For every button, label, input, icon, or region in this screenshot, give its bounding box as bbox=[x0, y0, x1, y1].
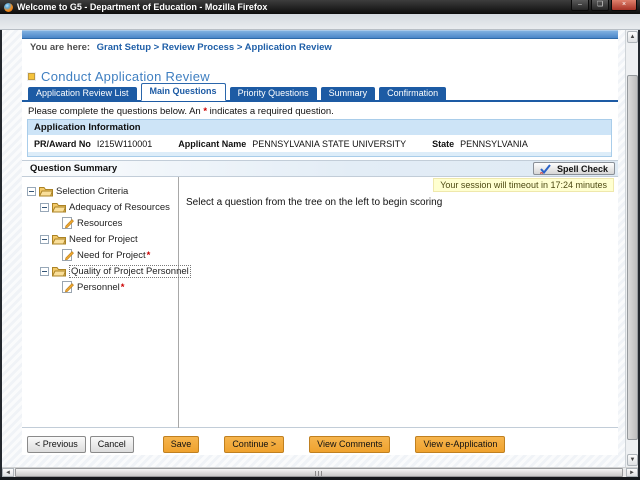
collapse-icon[interactable] bbox=[27, 186, 36, 196]
window-border-left bbox=[0, 14, 2, 480]
breadcrumb: You are here: Grant Setup > Review Proce… bbox=[30, 42, 332, 53]
cancel-button[interactable]: Cancel bbox=[89, 436, 134, 453]
horizontal-scrollbar[interactable]: ◄ ► bbox=[2, 467, 638, 477]
tree-item-label[interactable]: Need for Project bbox=[77, 250, 146, 261]
spell-check-button[interactable]: Spell Check bbox=[532, 162, 615, 175]
maximize-button[interactable]: ❏ bbox=[591, 0, 609, 11]
application-information-fields: PR/Award No I215W110001 Applicant Name P… bbox=[28, 135, 611, 152]
collapse-icon[interactable] bbox=[40, 202, 49, 212]
question-icon bbox=[62, 217, 74, 229]
question-summary-header: Question Summary Spell Check bbox=[22, 161, 618, 177]
question-icon bbox=[62, 281, 74, 293]
scroll-up-icon[interactable]: ▲ bbox=[627, 31, 638, 43]
scroll-right-icon[interactable]: ► bbox=[626, 468, 638, 477]
continue-button[interactable]: Continue > bbox=[224, 436, 285, 453]
spell-check-label: Spell Check bbox=[556, 163, 608, 174]
tree-item-label[interactable]: Need for Project bbox=[69, 234, 138, 245]
tab-main-questions[interactable]: Main Questions bbox=[140, 83, 226, 101]
folder-icon bbox=[39, 185, 53, 197]
tab-summary[interactable]: Summary bbox=[320, 87, 376, 101]
tree-item-adequacy-of-resources[interactable]: Adequacy of Resources bbox=[22, 199, 178, 215]
spell-check-icon bbox=[539, 163, 551, 174]
application-information-footer bbox=[28, 152, 611, 156]
tree-item-label[interactable]: Selection Criteria bbox=[56, 186, 128, 197]
question-tree: Selection Criteria Adequacy of Resources… bbox=[22, 177, 191, 428]
tree-item-label-selected[interactable]: Quality of Project Personnel bbox=[69, 264, 191, 278]
tab-priority-questions[interactable]: Priority Questions bbox=[229, 87, 317, 101]
scroll-down-icon[interactable]: ▼ bbox=[627, 454, 638, 466]
firefox-icon bbox=[4, 2, 13, 12]
question-summary-title: Question Summary bbox=[30, 163, 118, 174]
scoring-placeholder-message: Select a question from the tree on the l… bbox=[186, 197, 443, 208]
scroll-left-icon[interactable]: ◄ bbox=[2, 468, 14, 477]
required-marker: * bbox=[146, 249, 151, 261]
top-navigation-bar bbox=[22, 30, 618, 39]
tree-item-label[interactable]: Personnel bbox=[77, 282, 120, 293]
instruction-after: indicates a required question. bbox=[207, 106, 334, 117]
close-button[interactable]: × bbox=[611, 0, 637, 11]
view-comments-button[interactable]: View Comments bbox=[309, 436, 391, 453]
action-button-bar: < Previous Cancel Save Continue > View C… bbox=[27, 436, 506, 453]
vertical-scrollbar[interactable]: ▲ ▼ bbox=[625, 30, 638, 467]
tab-confirmation[interactable]: Confirmation bbox=[379, 87, 447, 101]
tree-item-personnel[interactable]: Personnel * bbox=[22, 279, 178, 295]
window-titlebar: Welcome to G5 - Department of Education … bbox=[0, 0, 640, 14]
tab-application-review-list[interactable]: Application Review List bbox=[28, 87, 137, 101]
question-icon bbox=[62, 249, 74, 261]
state-value: PENNSYLVANIA bbox=[460, 139, 528, 149]
tree-item-label[interactable]: Resources bbox=[77, 218, 122, 229]
tree-item-selection-criteria[interactable]: Selection Criteria bbox=[22, 183, 178, 199]
instruction-text: Please complete the questions below. An … bbox=[28, 106, 334, 117]
tree-item-need-for-project-folder[interactable]: Need for Project bbox=[22, 231, 178, 247]
session-timeout-message: Your session will timeout in 17:24 minut… bbox=[433, 178, 614, 192]
question-summary-section: Question Summary Spell Check Your sessio… bbox=[22, 160, 618, 428]
page-content: You are here: Grant Setup > Review Proce… bbox=[22, 30, 618, 455]
tree-item-need-for-project-question[interactable]: Need for Project * bbox=[22, 247, 178, 263]
collapse-icon[interactable] bbox=[40, 234, 49, 244]
browser-tab-bar bbox=[0, 14, 640, 30]
minimize-button[interactable]: – bbox=[571, 0, 589, 11]
collapse-icon[interactable] bbox=[40, 266, 49, 276]
tree-item-label[interactable]: Adequacy of Resources bbox=[69, 202, 170, 213]
view-e-application-button[interactable]: View e-Application bbox=[415, 436, 506, 453]
review-tabs: Application Review List Main Questions P… bbox=[28, 83, 447, 101]
applicant-name-value: PENNSYLVANIA STATE UNIVERSITY bbox=[252, 139, 407, 149]
save-button[interactable]: Save bbox=[162, 436, 200, 453]
pr-award-label: PR/Award No bbox=[34, 139, 91, 149]
pr-award-value: I215W110001 bbox=[96, 139, 153, 149]
tab-underline bbox=[22, 100, 618, 102]
folder-icon bbox=[52, 265, 66, 277]
state-label: State bbox=[432, 139, 455, 149]
tree-item-resources[interactable]: Resources bbox=[22, 215, 178, 231]
bullet-icon bbox=[28, 73, 35, 80]
scroll-grip bbox=[315, 471, 323, 476]
window-title: Welcome to G5 - Department of Education … bbox=[17, 2, 268, 12]
horizontal-scroll-thumb[interactable] bbox=[15, 468, 623, 477]
applicant-name-label: Applicant Name bbox=[178, 139, 247, 149]
page-title: Conduct Application Review bbox=[28, 69, 210, 84]
instruction-before: Please complete the questions below. An bbox=[28, 106, 204, 117]
tree-item-quality-of-project-personnel[interactable]: Quality of Project Personnel bbox=[22, 263, 191, 279]
folder-icon bbox=[52, 201, 66, 213]
application-information-header: Application Information bbox=[28, 120, 611, 135]
breadcrumb-path[interactable]: Grant Setup > Review Process > Applicati… bbox=[97, 42, 332, 53]
application-information-panel: Application Information PR/Award No I215… bbox=[27, 119, 612, 157]
previous-button[interactable]: < Previous bbox=[27, 436, 86, 453]
breadcrumb-prefix: You are here: bbox=[30, 42, 91, 53]
page-title-text: Conduct Application Review bbox=[41, 69, 210, 84]
window-controls: – ❏ × bbox=[571, 0, 637, 11]
folder-icon bbox=[52, 233, 66, 245]
required-marker: * bbox=[120, 281, 125, 293]
vertical-scroll-thumb[interactable] bbox=[627, 75, 638, 440]
